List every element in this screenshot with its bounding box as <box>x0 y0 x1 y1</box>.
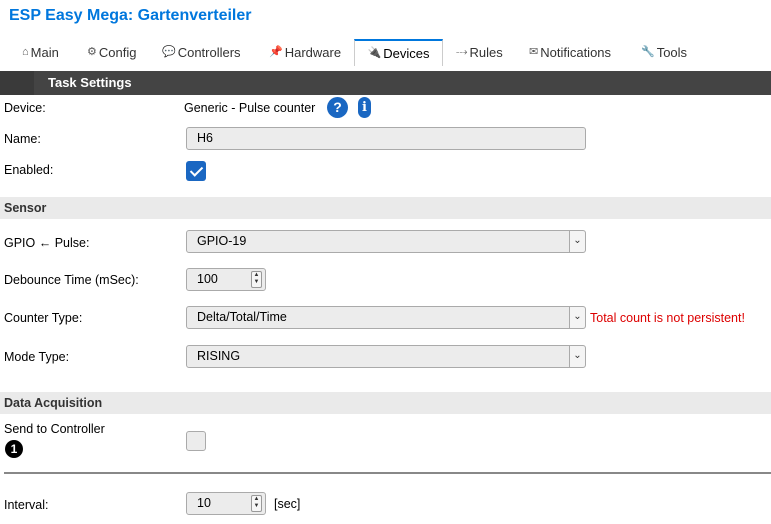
select-value: Delta/Total/Time <box>197 310 287 324</box>
send-to-controller-checkbox[interactable] <box>186 431 206 451</box>
pushpin-icon: 📌 <box>269 46 283 58</box>
counter-type-select[interactable]: Delta/Total/Time ⌄ <box>186 306 586 329</box>
chevron-down-icon: ⌄ <box>569 231 585 252</box>
tab-label: Hardware <box>284 45 342 60</box>
tab-label: Devices <box>383 46 430 61</box>
tab-label: Config <box>98 45 137 60</box>
stepper-icon[interactable]: ▲ ▼ <box>251 495 262 512</box>
wrench-icon: 🔧 <box>641 46 655 58</box>
mode-type-label: Mode Type: <box>4 350 70 364</box>
arrow-icon: ⤏ <box>456 46 468 58</box>
enabled-label: Enabled: <box>4 163 54 177</box>
tab-main[interactable]: ⌂ Main <box>22 39 59 66</box>
tab-devices[interactable]: 🔌 Devices <box>354 39 443 68</box>
plug-icon: 🔌 <box>367 47 382 59</box>
header-title: Task Settings <box>48 75 132 90</box>
task-settings-header: Task Settings <box>0 71 771 95</box>
section-title: Sensor <box>4 201 47 215</box>
controller-number-badge: 1 <box>5 440 23 458</box>
input-value: 100 <box>197 272 218 286</box>
tab-bar: ⌂ Main ⚙ Config 💬 Controllers 📌 Hardware 🔌 De… <box>0 36 771 68</box>
name-input[interactable]: H6 <box>186 127 586 150</box>
debounce-label: Debounce Time (mSec): <box>4 273 139 287</box>
select-value: RISING <box>197 349 241 363</box>
chevron-down-icon: ⌄ <box>569 346 585 367</box>
section-title: Data Acquisition <box>4 396 103 410</box>
sensor-section-header: Sensor <box>0 197 771 219</box>
interval-label: Interval: <box>4 498 49 512</box>
tab-label: Controllers <box>177 45 241 60</box>
help-icon[interactable]: ? <box>327 97 348 118</box>
enabled-checkbox[interactable] <box>186 161 206 181</box>
mode-type-select[interactable]: RISING ⌄ <box>186 345 586 368</box>
counter-warning: Total count is not persistent! <box>590 311 745 325</box>
gpio-select[interactable]: GPIO-19 ⌄ <box>186 230 586 253</box>
tab-label: Notifications <box>540 45 612 60</box>
tab-notifications[interactable]: ✉ Notifications <box>529 39 611 66</box>
tab-label: Tools <box>656 45 688 60</box>
stepper-icon[interactable]: ▲ ▼ <box>251 271 262 288</box>
divider <box>4 472 771 474</box>
chevron-down-icon: ⌄ <box>569 307 585 328</box>
input-value: 10 <box>197 496 211 510</box>
interval-input[interactable]: 10 ▲ ▼ <box>186 492 266 515</box>
chat-icon: 💬 <box>162 46 176 58</box>
debounce-input[interactable]: 100 ▲ ▼ <box>186 268 266 291</box>
counter-type-label: Counter Type: <box>4 311 83 325</box>
device-value: Generic - Pulse counter <box>184 101 316 115</box>
info-icon[interactable]: i <box>358 97 371 118</box>
gpio-label: GPIO ← Pulse: <box>4 236 90 250</box>
tab-label: Main <box>30 45 59 60</box>
home-icon: ⌂ <box>22 46 29 58</box>
tab-rules[interactable]: ⤏ Rules <box>456 39 503 66</box>
gear-icon: ⚙ <box>87 46 97 58</box>
app-title: ESP Easy Mega: Gartenverteiler <box>9 7 252 24</box>
device-label: Device: <box>4 101 46 115</box>
tab-controllers[interactable]: 💬 Controllers <box>162 39 241 66</box>
tab-config[interactable]: ⚙ Config <box>87 39 136 66</box>
send-to-controller-label: Send to Controller <box>4 422 105 436</box>
interval-unit: [sec] <box>274 497 301 511</box>
data-acquisition-section-header: Data Acquisition <box>0 392 771 414</box>
tab-hardware[interactable]: 📌 Hardware <box>269 39 341 66</box>
name-label: Name: <box>4 132 41 146</box>
envelope-icon: ✉ <box>529 46 539 58</box>
select-value: GPIO-19 <box>197 234 247 248</box>
tab-tools[interactable]: 🔧 Tools <box>641 39 687 66</box>
header-lead <box>0 71 34 95</box>
tab-label: Rules <box>469 45 503 60</box>
